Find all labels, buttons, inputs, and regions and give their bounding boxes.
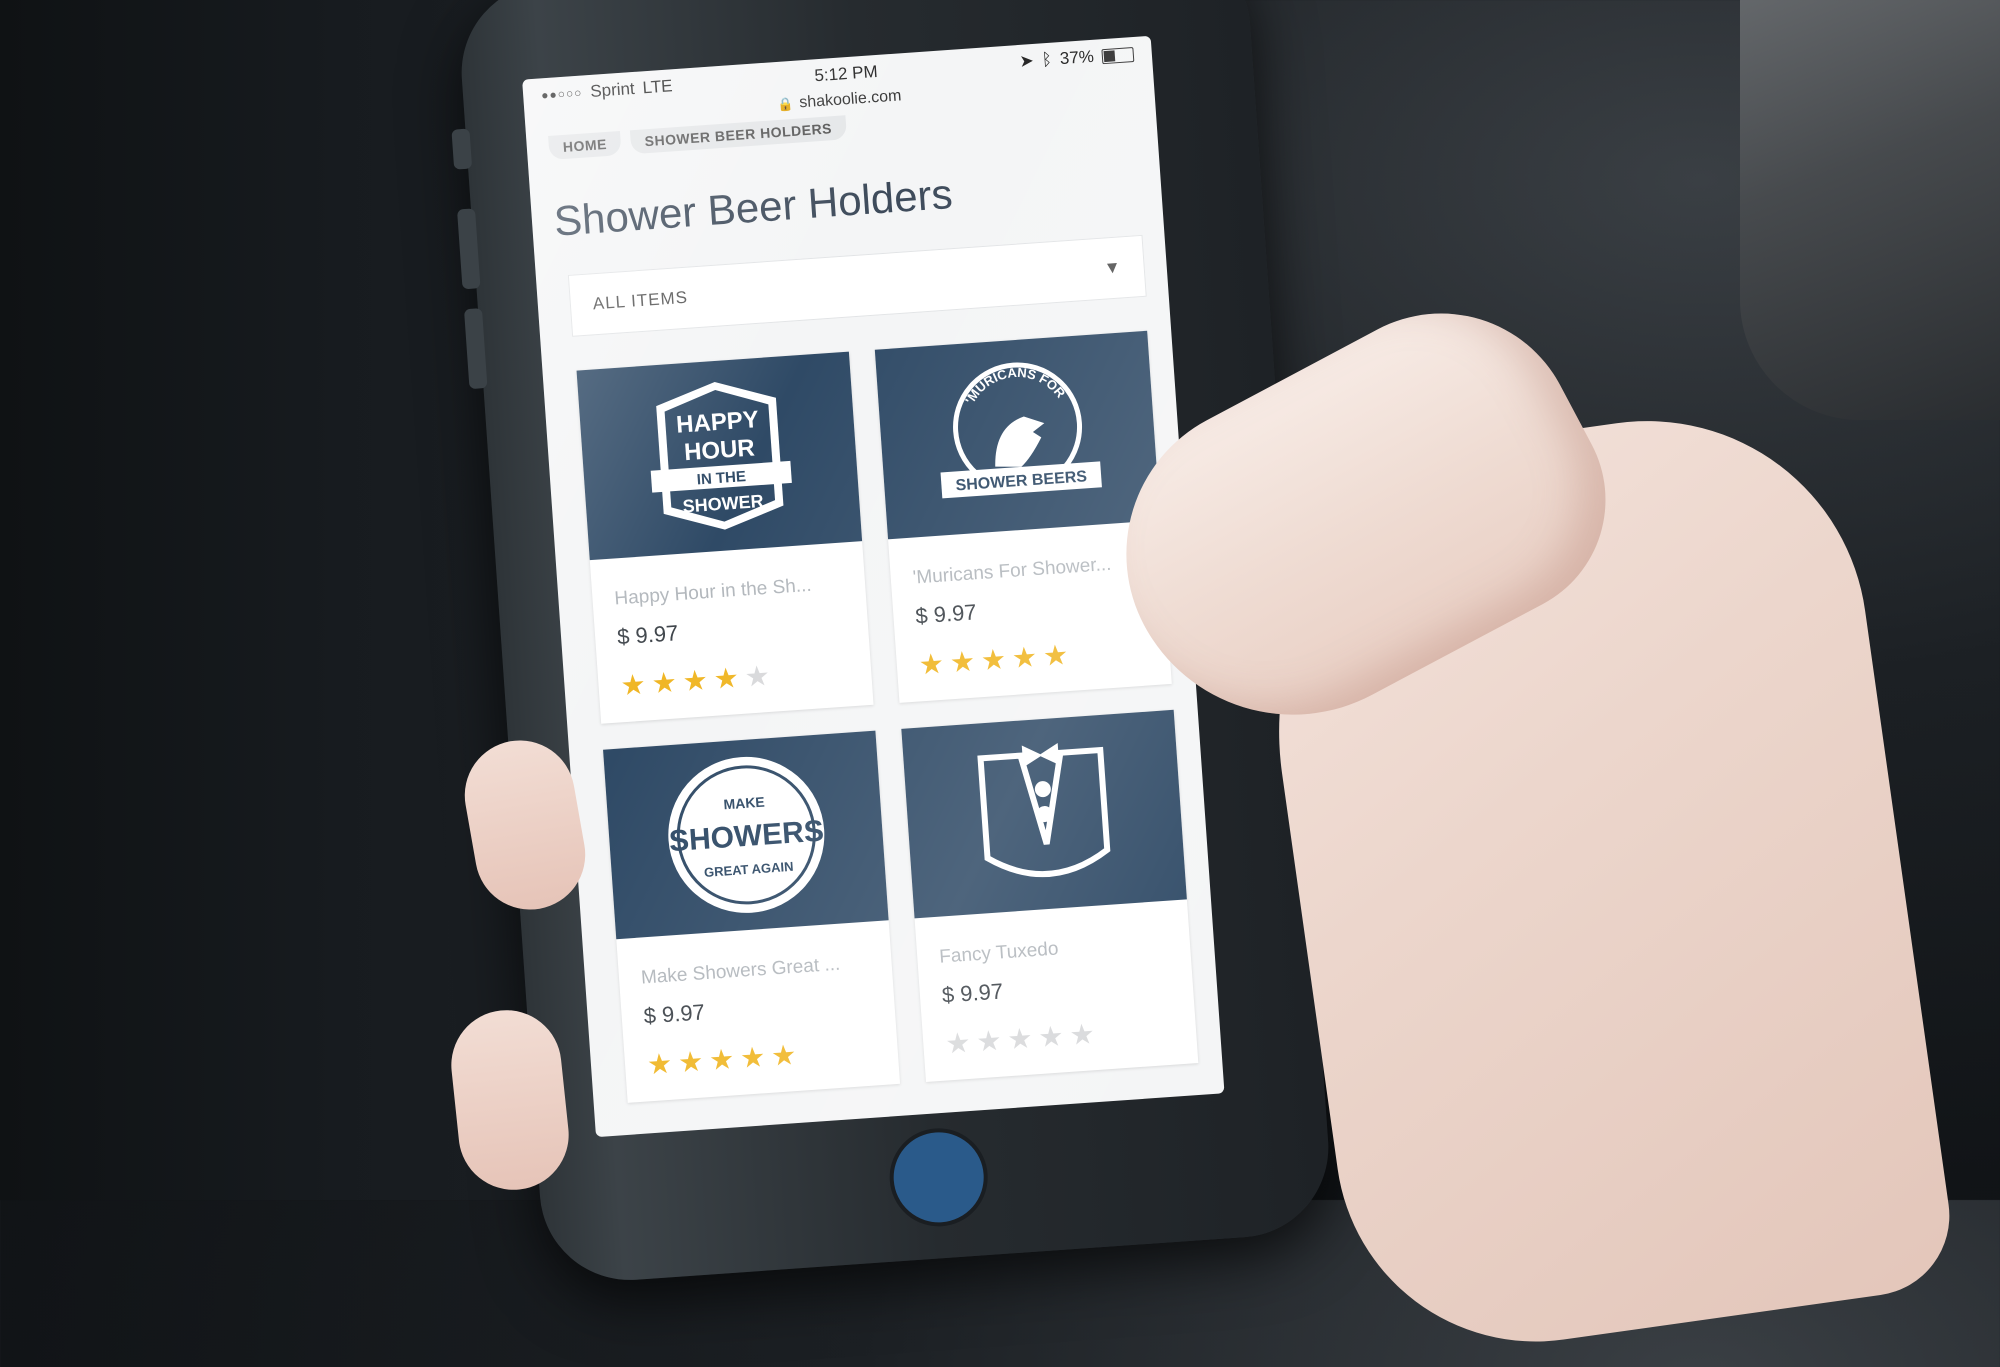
product-name[interactable]: Fancy Tuxedo — [939, 931, 1169, 969]
star-icon: ★ — [1006, 1022, 1034, 1056]
make-showers-great-logo: MAKE SHOWERS GREAT AGAIN — [667, 756, 824, 913]
eagle-logo: 'MURICANS FOR SHOWER BEERS — [940, 361, 1102, 499]
product-image: MAKE SHOWERS GREAT AGAIN — [603, 730, 889, 940]
star-rating: ★ ★ ★ ★ ★ — [619, 656, 850, 702]
product-image: HAPPY HOUR IN THE SHOWER — [576, 351, 863, 561]
mute-switch — [451, 128, 473, 170]
product-image — [901, 709, 1187, 919]
product-grid: HAPPY HOUR IN THE SHOWER Happy Hour in t… — [540, 295, 1222, 1105]
star-icon: ★ — [917, 647, 946, 681]
product-card[interactable]: 'MURICANS FOR SHOWER BEERS 'Muricans For… — [874, 330, 1172, 703]
page-title: Shower Beer Holders — [552, 170, 954, 245]
star-icon: ★ — [979, 643, 1008, 677]
svg-text:MAKE: MAKE — [722, 794, 764, 813]
star-icon: ★ — [743, 659, 771, 693]
chevron-down-icon: ▼ — [1103, 257, 1123, 278]
svg-text:'MURICANS FOR: 'MURICANS FOR — [959, 361, 1068, 408]
product-price: $ 9.97 — [616, 620, 680, 650]
filter-label: ALL ITEMS — [592, 287, 689, 314]
star-icon: ★ — [944, 1026, 972, 1060]
star-icon: ★ — [770, 1039, 798, 1072]
car-headrest — [1740, 0, 2000, 420]
carrier: Sprint — [589, 78, 636, 101]
star-icon: ★ — [646, 1047, 674, 1081]
happy-hour-logo: HAPPY HOUR IN THE SHOWER — [650, 382, 792, 530]
breadcrumb-home[interactable]: HOME — [548, 131, 622, 160]
network: LTE — [641, 76, 674, 98]
star-icon: ★ — [1037, 1020, 1065, 1053]
product-price: $ 9.97 — [941, 978, 1004, 1008]
star-rating: ★ ★ ★ ★ ★ — [918, 636, 1148, 680]
product-name[interactable]: Happy Hour in the Sh... — [614, 573, 844, 611]
star-icon: ★ — [681, 664, 709, 697]
star-icon: ★ — [948, 645, 977, 679]
product-price: $ 9.97 — [642, 999, 706, 1029]
star-icon: ★ — [712, 662, 740, 695]
star-icon: ★ — [1010, 641, 1039, 674]
clock: 5:12 PM — [813, 61, 879, 86]
star-icon: ★ — [1068, 1018, 1096, 1051]
star-icon: ★ — [650, 666, 678, 700]
bluetooth-icon: ᛒ — [1041, 49, 1053, 70]
product-name[interactable]: 'Muricans For Shower... — [912, 552, 1142, 590]
lock-icon: 🔒 — [776, 95, 794, 112]
signal-icon: ●●○○○ — [540, 85, 583, 103]
eagle-icon — [994, 416, 1044, 467]
svg-text:HOUR: HOUR — [683, 434, 755, 466]
svg-text:IN THE: IN THE — [696, 468, 746, 488]
star-icon: ★ — [708, 1043, 736, 1077]
product-card[interactable]: HAPPY HOUR IN THE SHOWER Happy Hour in t… — [576, 351, 874, 724]
product-card[interactable]: MAKE SHOWERS GREAT AGAIN Make Showers Gr… — [603, 730, 901, 1103]
star-icon: ★ — [677, 1045, 705, 1079]
tuxedo-icon — [976, 743, 1110, 878]
star-icon: ★ — [1041, 639, 1070, 672]
star-rating: ★ ★ ★ ★ ★ — [944, 1015, 1174, 1059]
product-price: $ 9.97 — [914, 599, 978, 629]
phone-screen: ●●○○○ Sprint LTE 5:12 PM ➤ ᛒ 37% 🔒 shakoo… — [522, 35, 1225, 1138]
product-card[interactable]: Fancy Tuxedo $ 9.97 ★ ★ ★ ★ ★ — [901, 709, 1199, 1082]
battery-percent: 37% — [1059, 46, 1095, 69]
star-icon: ★ — [739, 1041, 767, 1074]
battery-icon — [1101, 46, 1135, 64]
star-rating: ★ ★ ★ ★ ★ — [646, 1035, 876, 1081]
star-icon: ★ — [975, 1024, 1003, 1058]
product-image: 'MURICANS FOR SHOWER BEERS — [874, 330, 1161, 540]
location-icon: ➤ — [1018, 51, 1035, 71]
star-icon: ★ — [619, 668, 647, 702]
product-name[interactable]: Make Showers Great ... — [640, 952, 870, 990]
